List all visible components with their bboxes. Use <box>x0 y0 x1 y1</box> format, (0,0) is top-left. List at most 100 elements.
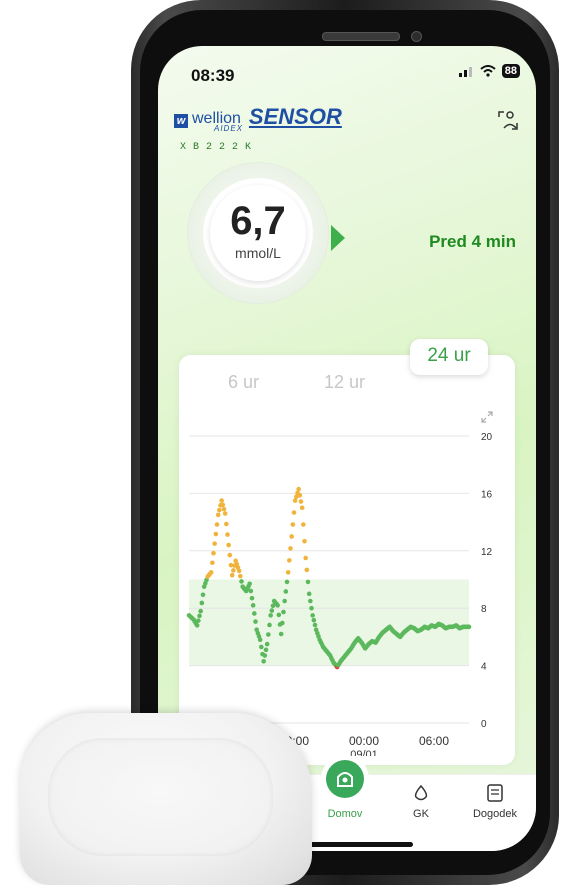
glucose-point <box>224 521 229 527</box>
glucose-point <box>211 550 216 556</box>
glucose-point <box>197 613 202 619</box>
phone-speaker <box>322 32 400 41</box>
glucose-point <box>221 506 227 512</box>
glucose-point <box>198 608 203 614</box>
glucose-point <box>226 542 231 548</box>
glucose-point <box>210 560 215 566</box>
nav-event[interactable]: Dogodek <box>460 808 530 820</box>
phone-camera <box>411 31 422 42</box>
glucose-point <box>282 598 287 604</box>
sub-brand: AIDEX <box>214 124 244 133</box>
battery-indicator: 88 <box>501 64 520 78</box>
glucose-point <box>275 603 280 608</box>
glucose-point <box>267 622 272 628</box>
glucose-point <box>261 658 266 664</box>
glucose-point <box>280 620 285 626</box>
signal-icon <box>458 67 472 77</box>
x-tick-label: 06:00 <box>419 734 449 748</box>
glucose-point <box>288 546 293 551</box>
glucose-point <box>264 641 270 647</box>
glucose-point <box>259 644 264 650</box>
glucose-point <box>214 522 220 527</box>
y-tick-label: 4 <box>481 662 487 673</box>
status-time: 08:39 <box>191 66 235 85</box>
sensor-serial: XB222K <box>180 142 259 153</box>
glucose-point <box>312 622 318 628</box>
glucose-point <box>304 567 310 573</box>
glucose-point <box>248 588 254 594</box>
glucose-point <box>199 600 205 606</box>
glucose-point <box>208 570 214 575</box>
x-tick-sublabel: 09/01 <box>350 749 378 756</box>
glucose-point <box>196 618 201 623</box>
last-reading-time: Pred 4 min <box>429 232 516 251</box>
home-button[interactable] <box>326 760 364 798</box>
glucose-readout: 6,7 mmol/L <box>210 185 306 281</box>
glucose-point <box>238 573 243 579</box>
glucose-point <box>225 532 230 537</box>
glucose-point <box>222 511 228 516</box>
glucose-point <box>466 624 472 630</box>
glucose-point <box>296 486 301 492</box>
glucose-point <box>229 572 235 578</box>
glucose-point <box>200 592 206 598</box>
glucose-point <box>227 552 233 558</box>
glucose-point <box>281 609 286 615</box>
glucose-point <box>220 502 226 508</box>
y-tick-label: 20 <box>481 432 493 443</box>
glucose-point <box>236 568 242 574</box>
glucose-chart: 201612840 18:00 00:00 06:0009/01 <box>186 432 493 756</box>
glucose-point <box>287 558 292 563</box>
glucose-point <box>269 608 275 613</box>
glucose-point <box>231 568 236 573</box>
note-icon[interactable] <box>486 783 504 803</box>
glucose-point <box>217 507 222 513</box>
glucose-point <box>252 611 257 616</box>
glucose-point <box>289 534 294 539</box>
wellion-mark-icon: w <box>174 114 188 128</box>
y-tick-label: 16 <box>481 489 493 500</box>
glucose-point <box>290 522 296 527</box>
glucose-point <box>219 498 224 503</box>
wifi-icon <box>480 65 496 77</box>
home-icon <box>337 772 353 787</box>
glucose-point <box>311 617 317 623</box>
glucose-point <box>301 522 306 527</box>
glucose-point <box>257 637 263 643</box>
glucose-unit: mmol/L <box>235 245 281 261</box>
glucose-point <box>310 613 315 618</box>
glucose-point <box>239 579 244 584</box>
y-tick-label: 0 <box>481 719 487 730</box>
nav-gk[interactable]: GK <box>386 808 456 820</box>
switch-user-icon[interactable] <box>496 108 520 132</box>
glucose-point <box>298 499 304 504</box>
glucose-point <box>276 612 282 618</box>
tab-12h[interactable]: 12 ur <box>324 372 365 393</box>
glucose-point <box>253 619 258 624</box>
status-icons: 88 <box>458 64 520 78</box>
glucose-point <box>278 631 284 637</box>
glucose-point <box>262 653 268 658</box>
tab-6h[interactable]: 6 ur <box>228 372 259 393</box>
tab-24h[interactable]: 24 ur <box>410 339 488 375</box>
glucose-value: 6,7 <box>230 199 286 243</box>
glucose-point <box>291 510 297 515</box>
glucose-point <box>194 623 200 628</box>
glucose-point <box>213 531 219 537</box>
glucose-point <box>299 505 305 511</box>
glucose-point <box>249 595 255 601</box>
sensor-device-face <box>48 738 273 856</box>
drop-icon[interactable] <box>412 784 430 802</box>
glucose-point <box>303 555 308 561</box>
nav-home[interactable]: Domov <box>310 808 380 820</box>
y-tick-label: 8 <box>481 604 487 615</box>
glucose-point <box>250 603 256 608</box>
glucose-point <box>308 598 313 604</box>
glucose-point <box>285 570 291 575</box>
glucose-point <box>212 541 217 546</box>
glucose-point <box>263 647 269 653</box>
trend-arrow-icon <box>331 225 345 251</box>
glucose-point <box>305 579 311 585</box>
glucose-point <box>266 632 271 637</box>
product-name: SENSOR <box>248 104 342 129</box>
